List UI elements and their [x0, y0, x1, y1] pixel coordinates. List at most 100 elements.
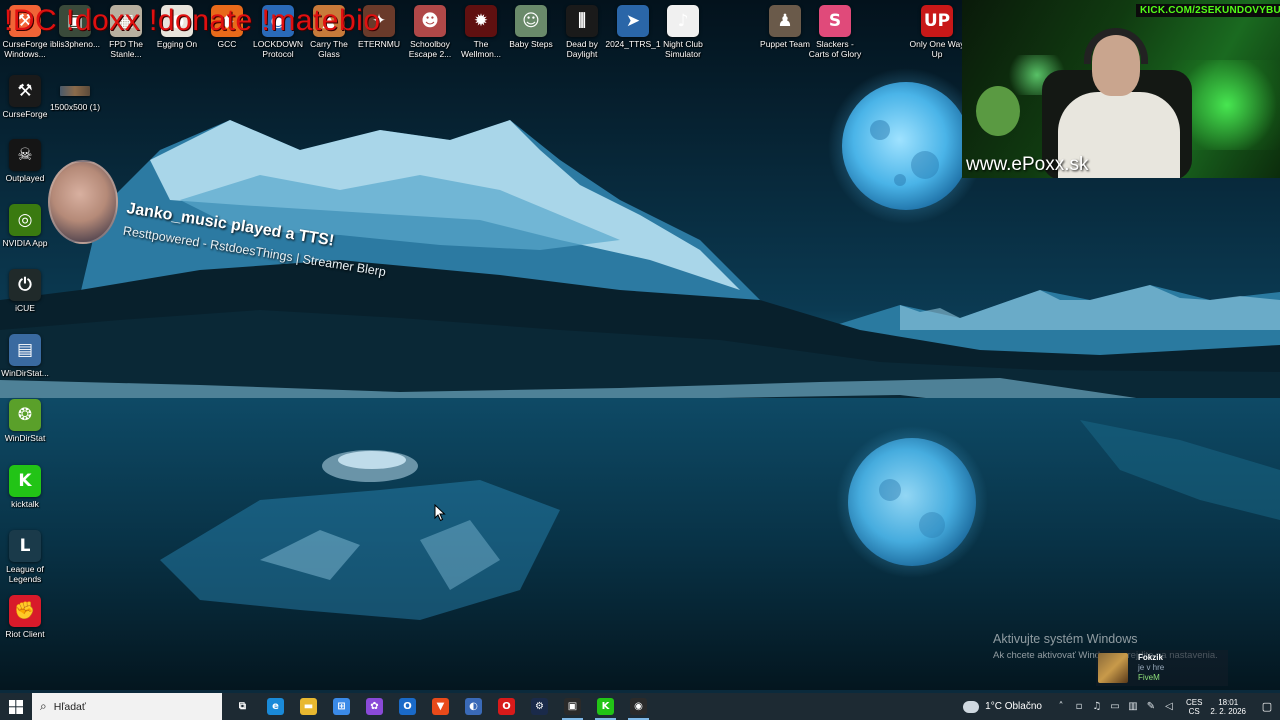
network-icon[interactable]: ▥	[1125, 701, 1141, 712]
desktop-icon[interactable]: ✊ Riot Client	[0, 595, 50, 639]
nvidia-icon: ◎	[9, 204, 41, 236]
friend-name: Fokzik	[1138, 653, 1163, 662]
puppet-icon: ♟	[769, 5, 801, 37]
curseforge-icon: ⚒	[9, 75, 41, 107]
weather-text: 1°C Oblačno	[985, 701, 1042, 712]
desktop-icon[interactable]: L League of Legends	[0, 530, 50, 584]
desktop-icon-label: Schoolboy Escape 2...	[408, 39, 452, 59]
taskbar-app-brave[interactable]: ▼	[424, 693, 457, 720]
windirstat-icon: ▤	[9, 334, 41, 366]
desktop-icon[interactable]: ✹ The Wellmon...	[456, 5, 506, 59]
desktop-icon-label: ETERNMU	[357, 39, 401, 49]
taskbar-app-obs[interactable]: ◉	[622, 693, 655, 720]
taskbar-app-ms-store[interactable]: ⊞	[325, 693, 358, 720]
desktop-icon-label: Outplayed	[5, 173, 45, 183]
streamdeck-icon: ▣	[564, 698, 581, 715]
chevron-up-icon[interactable]: ˄	[1053, 701, 1069, 712]
taskbar-app-steam[interactable]: ⚙	[523, 693, 556, 720]
schoolboy-icon: ☻	[414, 5, 446, 37]
taskbar-app-streamdeck[interactable]: ▣	[556, 693, 589, 720]
desktop-icon[interactable]: ◎ NVIDIA App	[0, 204, 50, 248]
slackers-icon: S	[819, 5, 851, 37]
desktop-icon[interactable]: ⏻ iCUE	[0, 269, 50, 313]
taskbar-app-task-view[interactable]: ⧉	[226, 693, 259, 720]
desktop-icon[interactable]: ▤ WinDirStat...	[0, 334, 50, 378]
notification-center-icon[interactable]: ▢	[1254, 700, 1280, 713]
keyboard-layout: CS	[1188, 706, 1200, 716]
taskbar-app-app-blue[interactable]: ◐	[457, 693, 490, 720]
taskbar-clock[interactable]: 18:01 2. 2. 2026	[1210, 698, 1246, 716]
ttrs-icon: ➤	[617, 5, 649, 37]
friend-game: FiveM	[1138, 673, 1160, 682]
monitor-icon[interactable]: ▭	[1107, 701, 1123, 712]
tts-user-avatar	[48, 160, 118, 244]
app-blue-icon: ◐	[465, 698, 482, 715]
desktop-icon-label: 1500x500 (1)	[49, 102, 101, 112]
cloud-icon	[963, 700, 980, 713]
weather-widget[interactable]: 1°C Oblačno	[963, 700, 1042, 713]
taskbar-app-m365[interactable]: ✿	[358, 693, 391, 720]
desktop-icon-label: CurseForge	[2, 109, 48, 119]
desktop-icon-label: WinDirStat...	[1, 368, 49, 378]
desktop-icon[interactable]: ☺ Baby Steps	[506, 5, 556, 49]
taskbar-app-outlook[interactable]: O	[391, 693, 424, 720]
friend-avatar	[1098, 653, 1128, 683]
friend-activity-toast[interactable]: Fokzik je v hre FiveM	[1096, 650, 1228, 686]
language-code: CES	[1185, 697, 1203, 707]
start-button[interactable]	[0, 693, 32, 720]
desktop-icon[interactable]: ☻ Schoolboy Escape 2...	[405, 5, 455, 59]
microphone-icon[interactable]: ♫	[1089, 701, 1105, 712]
desktop-icon[interactable]: ⫼ Dead by Daylight	[557, 5, 607, 59]
mouse-cursor-icon	[434, 504, 446, 522]
desktop-icon-label: Baby Steps	[509, 39, 553, 49]
desktop-icon[interactable]: ♟ Puppet Team	[760, 5, 810, 49]
desktop-icon-label: Dead by Daylight	[566, 39, 598, 59]
kick-icon: K	[9, 465, 41, 497]
desktop-icon-label: Egging On	[156, 39, 198, 49]
image-file-icon	[60, 86, 90, 96]
desktop-icon-label: LOCKDOWN Protocol	[252, 39, 304, 59]
desktop-icon-label: The Wellmon...	[461, 39, 501, 59]
taskbar-app-edge[interactable]: e	[259, 693, 292, 720]
input-language-indicator[interactable]: CES CS	[1186, 698, 1202, 716]
desktop-icon[interactable]: UP Only One Way Up	[909, 5, 965, 59]
website-watermark: www.ePoxx.sk	[966, 154, 1089, 175]
volume-icon[interactable]: ◁	[1161, 701, 1177, 712]
desktop-icon-label: iCUE	[15, 303, 35, 313]
obs-icon: ◉	[630, 698, 647, 715]
clock-date: 2. 2. 2026	[1210, 706, 1246, 716]
dbd-icon: ⫼	[566, 5, 598, 37]
windirstat-icon: ❂	[9, 399, 41, 431]
desktop-icon[interactable]: ⚒ CurseForge	[0, 75, 50, 119]
pen-icon[interactable]: ✎	[1143, 701, 1159, 712]
icue-icon: ⏻	[9, 269, 41, 301]
desktop-icon-image-file[interactable]: 1500x500 (1)	[50, 86, 100, 112]
edge-icon: e	[267, 698, 284, 715]
desktop-icon-label: NVIDIA App	[2, 238, 48, 248]
desktop-icon[interactable]: S Slackers - Carts of Glory	[809, 5, 861, 59]
ms-store-icon: ⊞	[333, 698, 350, 715]
desktop-icon[interactable]: ☠ Outplayed	[0, 139, 50, 183]
desktop-icon-label: FPD The Stanle...	[109, 39, 143, 59]
desktop-icon-label: Only One Way Up	[909, 39, 965, 59]
kick-channel-tag: KICK.COM/2SEKUNDOVYBULO	[1136, 4, 1280, 17]
taskbar-pinned-apps: ⧉ e ▬ ⊞ ✿ O ▼ ◐ O ⚙ ▣ K ◉	[226, 693, 655, 720]
steam-icon: ⚙	[531, 698, 548, 715]
desktop-icon-label: WinDirStat	[4, 433, 46, 443]
desktop-icon-label: Night Club Simulator	[663, 39, 703, 59]
desktop-icon[interactable]: ❂ WinDirStat	[0, 399, 50, 443]
desktop-icon[interactable]: ♪ Night Club Simulator	[658, 5, 708, 59]
desktop-icon-label: 2024_TTRS_1	[605, 39, 661, 49]
taskbar-app-file-explorer[interactable]: ▬	[292, 693, 325, 720]
stream-commands-overlay: !DC !doxx !donate !matebio	[4, 4, 381, 37]
taskbar-app-opera[interactable]: O	[490, 693, 523, 720]
outplayed-icon: ☠	[9, 139, 41, 171]
desktop-icon[interactable]: ➤ 2024_TTRS_1	[605, 5, 661, 49]
desktop-icon-label: iblis3pheno...	[49, 39, 101, 49]
taskbar-search-box[interactable]: ⌕ Hľadať	[32, 693, 222, 720]
system-tray: 1°C Oblačno ˄ ▫ ♫ ▭ ▥ ✎ ◁ CES CS 18:01 2…	[963, 693, 1280, 720]
desktop-icon[interactable]: Kkicktalk	[0, 465, 50, 509]
app-tray-icon[interactable]: ▫	[1071, 701, 1087, 712]
desktop-icon-label: GCC	[217, 39, 237, 49]
taskbar-app-kick[interactable]: K	[589, 693, 622, 720]
